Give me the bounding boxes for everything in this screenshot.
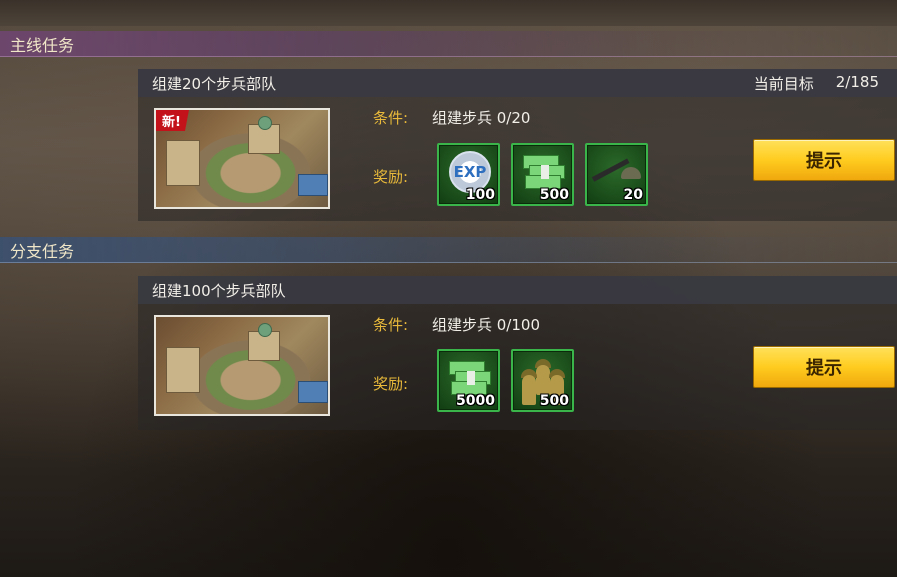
reward-label: 奖励: bbox=[373, 375, 409, 393]
thumbnail-dome bbox=[258, 116, 272, 130]
main-quest-header: 主线任务 bbox=[0, 31, 897, 57]
reward-amount: 20 bbox=[623, 187, 643, 203]
branch-quest-header-label: 分支任务 bbox=[10, 241, 75, 261]
reward-list: EXP 100 500 20 bbox=[437, 143, 648, 206]
condition-label: 条件: bbox=[373, 316, 409, 334]
new-badge: 新! bbox=[156, 110, 189, 131]
reward-item-soldiers[interactable]: 500 bbox=[511, 349, 574, 412]
hint-button[interactable]: 提示 bbox=[753, 139, 895, 181]
reward-item-cash[interactable]: 5000 bbox=[437, 349, 500, 412]
condition-value: 组建步兵 0/20 bbox=[432, 109, 531, 127]
quest-progress: 当前目标 2/185 bbox=[754, 73, 879, 94]
thumbnail-roof bbox=[298, 381, 328, 403]
reward-item-exp[interactable]: EXP 100 bbox=[437, 143, 500, 206]
progress-label: 当前目标 bbox=[753, 74, 814, 93]
thumbnail-building bbox=[166, 140, 200, 186]
reward-amount: 500 bbox=[539, 393, 569, 409]
reward-item-rifle[interactable]: 20 bbox=[585, 143, 648, 206]
top-strip bbox=[0, 0, 897, 26]
quest-title: 组建100个步兵部队 bbox=[152, 281, 286, 300]
thumbnail-roof bbox=[298, 174, 328, 196]
progress-value: 2/185 bbox=[835, 72, 879, 91]
main-quest-card: 组建20个步兵部队 当前目标 2/185 新! 条件: 组建步兵 0/20 奖励… bbox=[138, 69, 897, 221]
reward-amount: 5000 bbox=[456, 393, 495, 409]
reward-list: 5000 500 bbox=[437, 349, 574, 412]
cash-icon bbox=[449, 361, 493, 395]
hint-button[interactable]: 提示 bbox=[753, 346, 895, 388]
quest-title: 组建20个步兵部队 bbox=[152, 74, 277, 93]
quest-title-bar: 组建100个步兵部队 bbox=[138, 276, 897, 304]
condition-value: 组建步兵 0/100 bbox=[432, 316, 540, 334]
quest-thumbnail bbox=[154, 315, 330, 416]
rifle-icon bbox=[591, 158, 643, 189]
quest-thumbnail: 新! bbox=[154, 108, 330, 209]
reward-item-cash[interactable]: 500 bbox=[511, 143, 574, 206]
reward-amount: 100 bbox=[465, 187, 495, 203]
quest-title-bar: 组建20个步兵部队 当前目标 2/185 bbox=[138, 69, 897, 97]
thumbnail-building bbox=[166, 347, 200, 393]
reward-amount: 500 bbox=[539, 187, 569, 203]
branch-quest-header: 分支任务 bbox=[0, 237, 897, 263]
branch-quest-card: 组建100个步兵部队 条件: 组建步兵 0/100 奖励: 5000 500 提… bbox=[138, 276, 897, 430]
main-quest-header-label: 主线任务 bbox=[10, 35, 75, 55]
condition-label: 条件: bbox=[373, 109, 409, 127]
thumbnail-dome bbox=[258, 323, 272, 337]
reward-label: 奖励: bbox=[373, 168, 409, 186]
cash-icon bbox=[523, 155, 567, 189]
